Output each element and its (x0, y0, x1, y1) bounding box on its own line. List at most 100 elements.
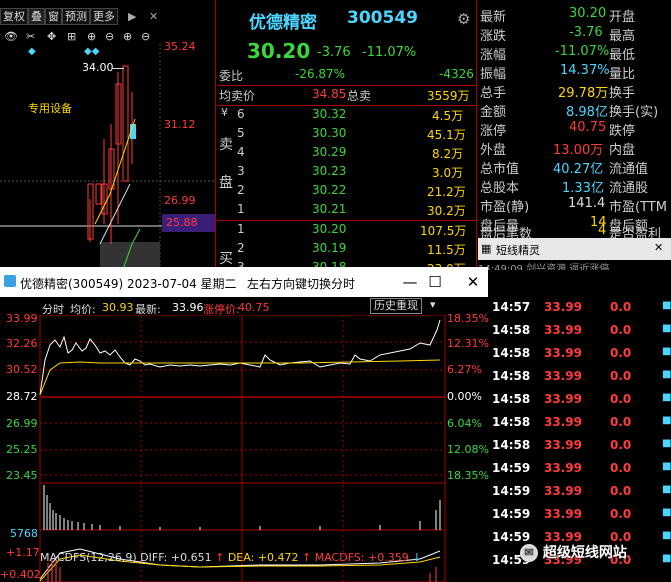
macd-diff: DIFF: +0.651 (140, 551, 212, 564)
webi-diff: -4326 (439, 67, 474, 81)
macd-header: MACDFS(12,26,9) DIFF: +0.651 ↑ DEA: +0.4… (40, 551, 421, 565)
tick-price: 33.99 (544, 323, 582, 337)
shortline-header[interactable]: ▦ 短线精灵 ✕ (478, 238, 671, 260)
square-icon: ■ (662, 346, 671, 357)
stat-label: 总市值 (480, 162, 520, 177)
close-icon[interactable]: ✕ (149, 10, 161, 24)
tick-volume: 0.0 (610, 346, 632, 360)
level: 1 (237, 222, 245, 236)
axis-price: 33.99 (6, 312, 38, 325)
tick-volume: 0.0 (610, 461, 632, 475)
stat-label: 内盘 (609, 143, 636, 158)
close-icon[interactable]: ✕ (654, 241, 663, 254)
square-icon: ■ (662, 415, 671, 426)
scissors-icon[interactable]: ✂ (26, 30, 35, 43)
tick-volume: 0.0 (610, 300, 632, 314)
sell-row[interactable]: 3 30.23 3.0万 (217, 163, 477, 181)
axis-price: 26.99 (6, 417, 38, 430)
stat-label: 换手(实) (609, 105, 659, 120)
tick-price: 33.99 (544, 438, 582, 452)
stock-code: 300549 (347, 8, 418, 28)
avg-label: 均卖价 (219, 89, 256, 103)
sell-row[interactable]: 6 30.32 4.5万 (217, 106, 477, 124)
zoom-in-icon[interactable]: ⊕ (87, 30, 96, 43)
history-replay-button[interactable]: 历史重现 (370, 298, 422, 314)
eye-icon[interactable]: 👁 (4, 30, 18, 43)
stat-row: 振幅 14.37% 量比 (478, 62, 671, 82)
chart-tool-icons: 👁 ✂ ✥ ⊞ ⊕ ⊖ ⊕ ⊖ (0, 30, 170, 44)
stat-row: 总市值 40.27亿 流通值 (478, 157, 671, 177)
gear-icon[interactable]: ⚙ (457, 10, 470, 28)
volume: 8.2万 (432, 147, 464, 161)
volume: 4.5万 (432, 109, 464, 123)
buy-row[interactable]: 1 30.20 107.5万 (217, 221, 477, 239)
shortline-message: 14:49:09 剑兴资源 逼近涨停 (478, 264, 610, 270)
price-change-pct: -11.07% (362, 45, 417, 60)
square-icon: ■ (662, 461, 671, 472)
total-sell-value: 3559万 (427, 89, 470, 103)
toolbar-more[interactable]: 更多 (90, 8, 118, 25)
toolbar-forecast[interactable]: 预测 (62, 8, 90, 25)
square-icon: ■ (662, 323, 671, 334)
square-icon: ■ (662, 392, 671, 403)
chevron-right-icon[interactable]: ▶ (128, 10, 140, 24)
toolbar-window[interactable]: 窗 (45, 8, 62, 25)
kline-chart (0, 44, 215, 272)
tick-time: 14:57 (492, 300, 531, 314)
limit-value: 40.75 (238, 301, 270, 314)
close-button[interactable]: ✕ (458, 270, 488, 294)
price: 30.20 (312, 222, 347, 236)
stat-row: 金额 8.98亿 换手(实) (478, 100, 671, 120)
zoom-out-icon[interactable]: ⊖ (105, 30, 114, 43)
tick-row: 14:58 33.99 0.0 ■ (490, 365, 671, 388)
tick-price: 33.99 (544, 346, 582, 360)
tick-price: 33.99 (544, 392, 582, 406)
square-icon: ■ (662, 438, 671, 449)
sell-row[interactable]: 5 30.30 45.1万 (217, 125, 477, 143)
window-title: 优德精密(300549) 2023-07-04 星期二 (20, 277, 237, 291)
intraday-chart (39, 315, 446, 582)
high-marker: 34.00 (82, 61, 114, 74)
maximize-button[interactable]: ☐ (420, 270, 450, 294)
axis-price: 25.25 (6, 443, 38, 456)
stat-label: 市盈(静) (480, 200, 530, 215)
square-icon: ■ (662, 369, 671, 380)
stat-label: 开盘 (609, 10, 636, 25)
tick-row: 14:58 33.99 0.0 ■ (490, 411, 671, 434)
stat-value: 1.33亿 (562, 181, 604, 196)
axis-price: 30.52 (6, 363, 38, 376)
sell-row[interactable]: 1 30.21 30.2万 (217, 201, 477, 219)
stat-row: 市盈(静) 141.4 市盈(TTM (478, 195, 671, 215)
chevron-icon[interactable]: ▾ (430, 298, 436, 311)
stat-label: 总手 (480, 86, 507, 101)
sell-row[interactable]: 4 30.29 8.2万 (217, 144, 477, 162)
stat-label: 流通值 (609, 162, 649, 177)
stat-value: 14.37% (560, 63, 610, 78)
lock-icon[interactable]: ⊞ (67, 30, 76, 43)
sector-label: 专用设备 (28, 102, 72, 115)
tick-time: 14:58 (492, 369, 531, 383)
price: 30.23 (312, 164, 347, 178)
tick-volume: 0.0 (610, 438, 632, 452)
stat-value: 13.00万 (553, 143, 604, 158)
price: 30.21 (312, 202, 347, 216)
price-tick: 31.12 (164, 118, 196, 131)
level: 2 (237, 183, 245, 197)
sell-row[interactable]: 2 30.22 21.2万 (217, 182, 477, 200)
macd-axis: +1.17 (6, 546, 40, 559)
stats-panel: 最新 30.20 开盘 涨跌 -3.76 最高 涨幅 -11.07% 最低 振幅… (478, 0, 671, 270)
subtract-icon[interactable]: ⊖ (141, 30, 150, 43)
window-titlebar[interactable]: 优德精密(300549) 2023-07-04 星期二 左右方向键切换分时 — … (0, 267, 488, 297)
price: 30.30 (312, 126, 347, 140)
macd-axis: +0.402 (0, 568, 41, 581)
tick-volume: 0.0 (610, 392, 632, 406)
add-icon[interactable]: ⊕ (123, 30, 132, 43)
watermark-text: 超级短线网站 (542, 545, 627, 561)
toolbar-fuquan[interactable]: 复权 (0, 8, 28, 25)
toolbar-overlay[interactable]: 叠 (28, 8, 45, 25)
move-icon[interactable]: ✥ (47, 30, 56, 43)
stat-label: 换手 (609, 86, 636, 101)
volume: 3.0万 (432, 166, 464, 180)
stat-label: 流通股 (609, 181, 649, 196)
buy-row[interactable]: 2 30.19 11.5万 (217, 240, 477, 258)
